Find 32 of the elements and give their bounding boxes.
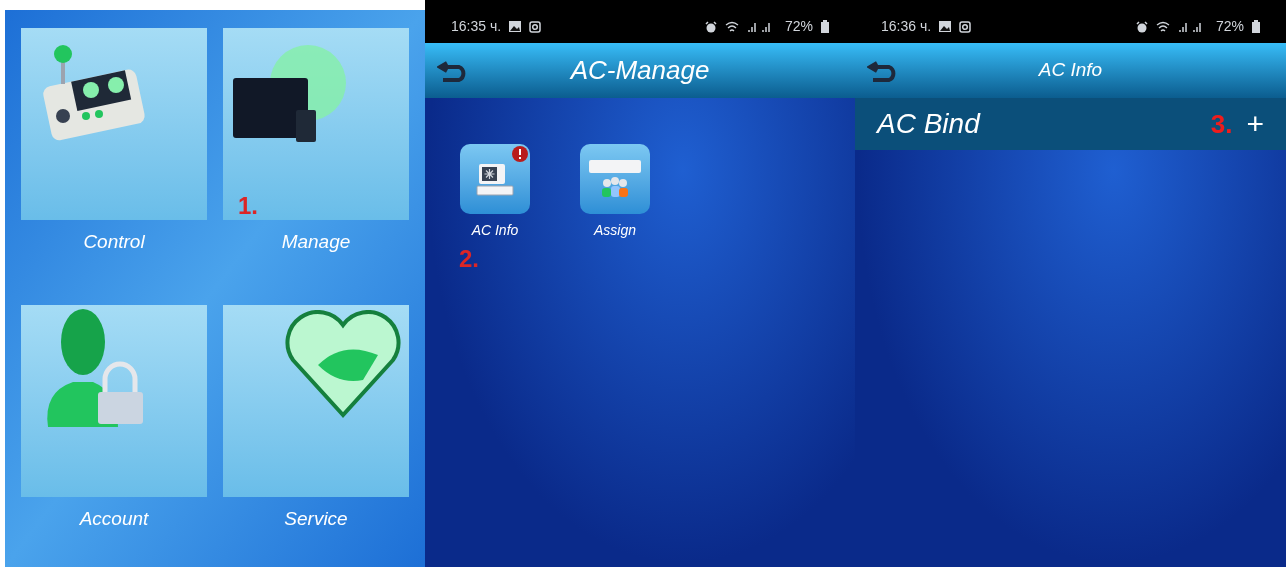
section-title: AC Bind: [877, 107, 982, 141]
battery-percent: 72%: [1215, 17, 1244, 36]
step-marker: 1.: [238, 191, 258, 221]
wifi-icon: [1155, 20, 1170, 33]
air-conditioner-icon: [475, 162, 515, 196]
app-label: Assign: [594, 221, 636, 240]
add-button[interactable]: +: [1246, 109, 1264, 139]
battery-percent: 72%: [784, 17, 813, 36]
camera-icon: [959, 20, 972, 33]
menu-tile[interactable]: Account: [21, 304, 207, 567]
menu-tile[interactable]: Control: [21, 28, 207, 291]
menu-tile[interactable]: Service: [223, 304, 409, 567]
status-time: 16:36 ч.: [881, 17, 932, 36]
alert-badge-icon: [512, 146, 528, 162]
image-icon: [939, 21, 952, 32]
camera-icon: [529, 20, 542, 33]
alarm-icon: [1135, 20, 1148, 33]
header-title: AC-Manage: [568, 54, 711, 87]
step-marker: 3.: [1210, 107, 1233, 141]
air-conditioner-users-icon: [587, 158, 643, 200]
battery-icon: [1252, 20, 1260, 33]
alarm-icon: [704, 20, 717, 33]
image-icon: [509, 21, 522, 32]
step-marker: 2.: [459, 244, 479, 274]
wifi-icon: [724, 20, 739, 33]
app-label: AC Info: [471, 221, 519, 240]
heart-icon: [283, 309, 403, 420]
status-time: 16:35 ч.: [451, 17, 502, 36]
header-title: AC Info: [1037, 58, 1104, 83]
app-icon-tile[interactable]: [580, 144, 650, 214]
app-icon-tile[interactable]: [460, 144, 530, 214]
battery-icon: [821, 20, 829, 33]
